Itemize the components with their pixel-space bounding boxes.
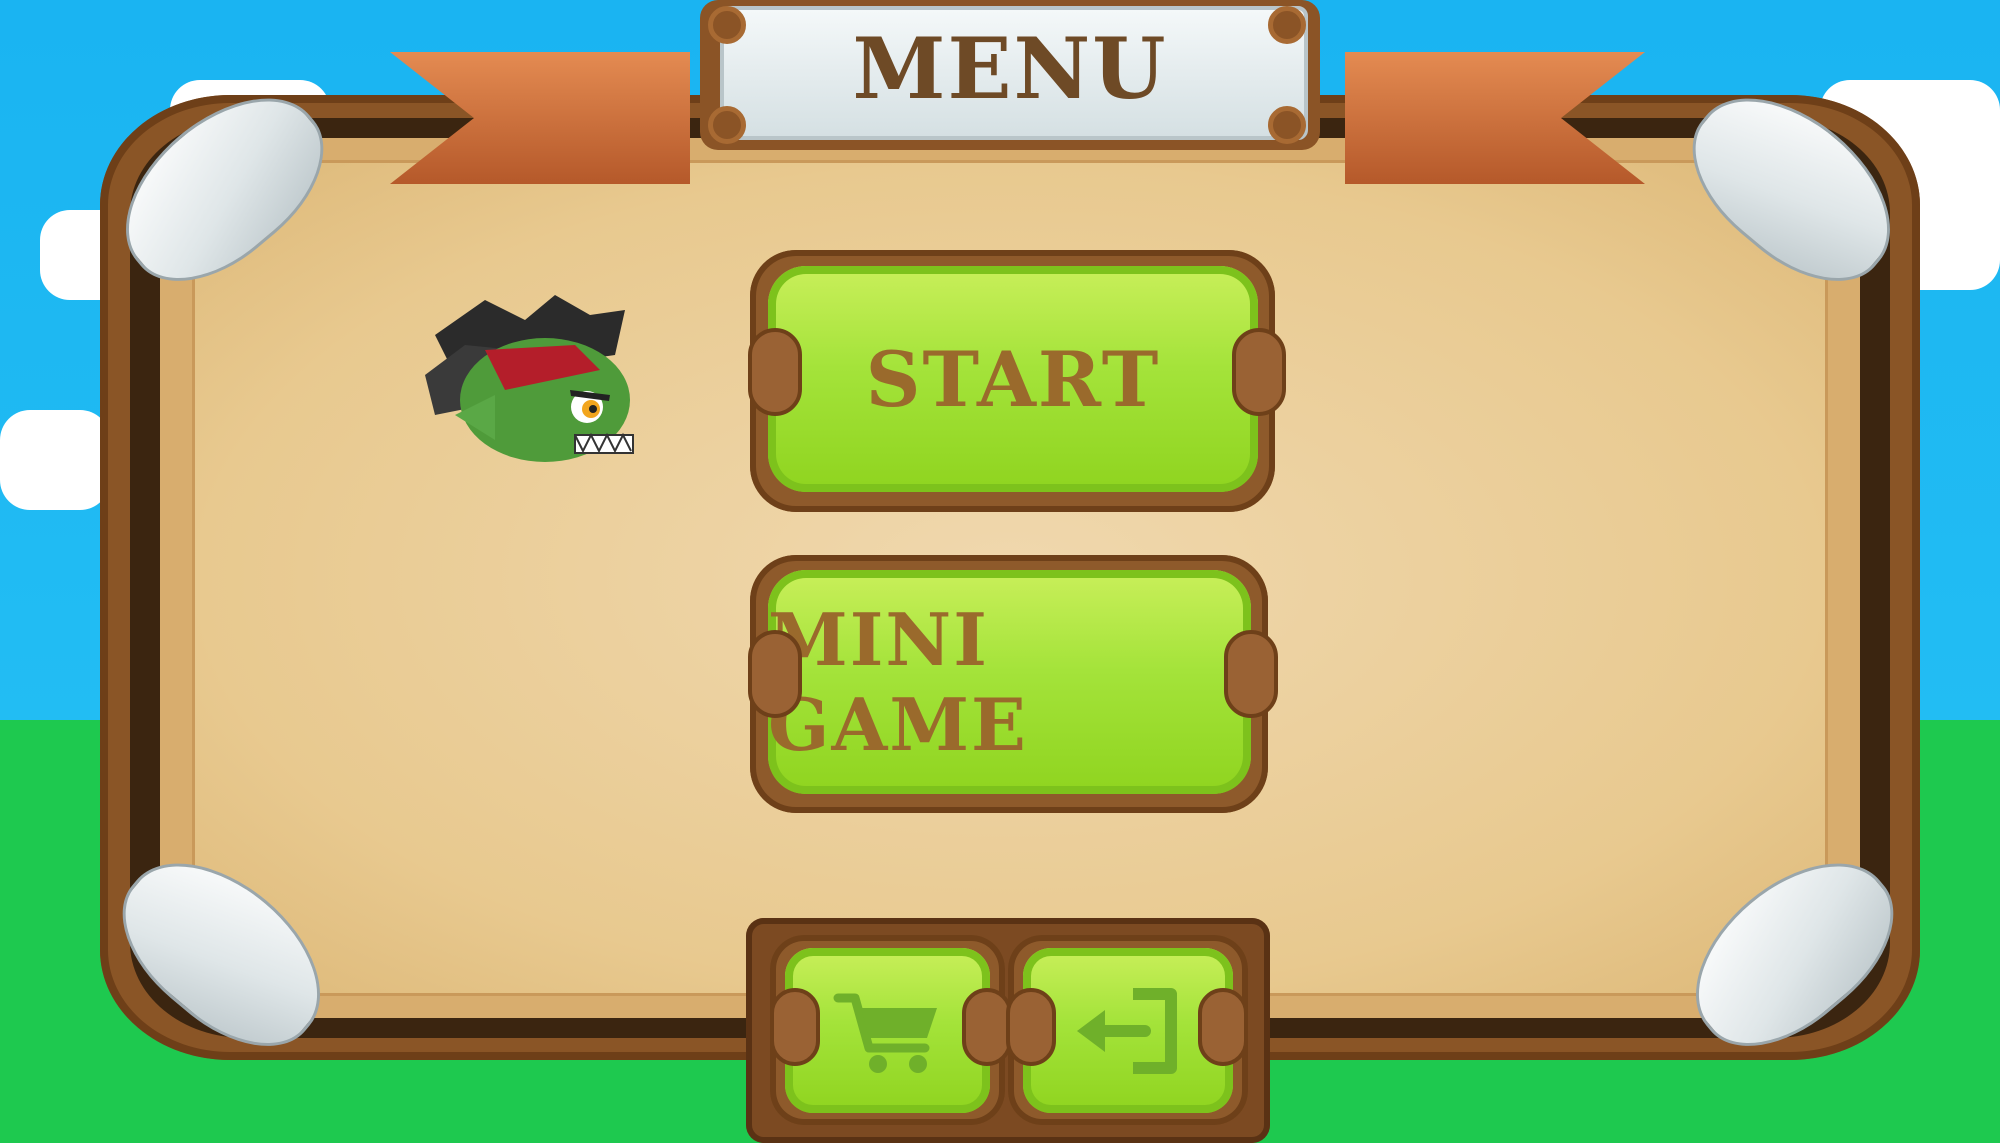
- bolt: [708, 6, 746, 44]
- button-tab-left: [770, 988, 820, 1066]
- button-tab-right: [1224, 630, 1278, 718]
- button-tab-right: [1232, 328, 1286, 416]
- exit-icon: [1077, 987, 1177, 1074]
- orc-character-icon: [425, 295, 634, 462]
- button-tab-right: [1198, 988, 1248, 1066]
- button-tab-left: [748, 630, 802, 718]
- button-tab-right: [962, 988, 1012, 1066]
- cart-icon: [833, 993, 937, 1073]
- orc-character: [425, 295, 645, 470]
- menu-title: MENU: [852, 19, 1168, 118]
- bolt: [1268, 106, 1306, 144]
- cloud: [0, 410, 110, 510]
- mini-game-button-label: MINI GAME: [768, 597, 1028, 767]
- start-button[interactable]: START: [768, 266, 1258, 492]
- button-tab-left: [1006, 988, 1056, 1066]
- bolt: [1268, 6, 1306, 44]
- mini-game-button[interactable]: MINI GAME: [768, 570, 1251, 794]
- bolt: [708, 106, 746, 144]
- button-tab-left: [748, 328, 802, 416]
- start-button-label: START: [865, 334, 1161, 424]
